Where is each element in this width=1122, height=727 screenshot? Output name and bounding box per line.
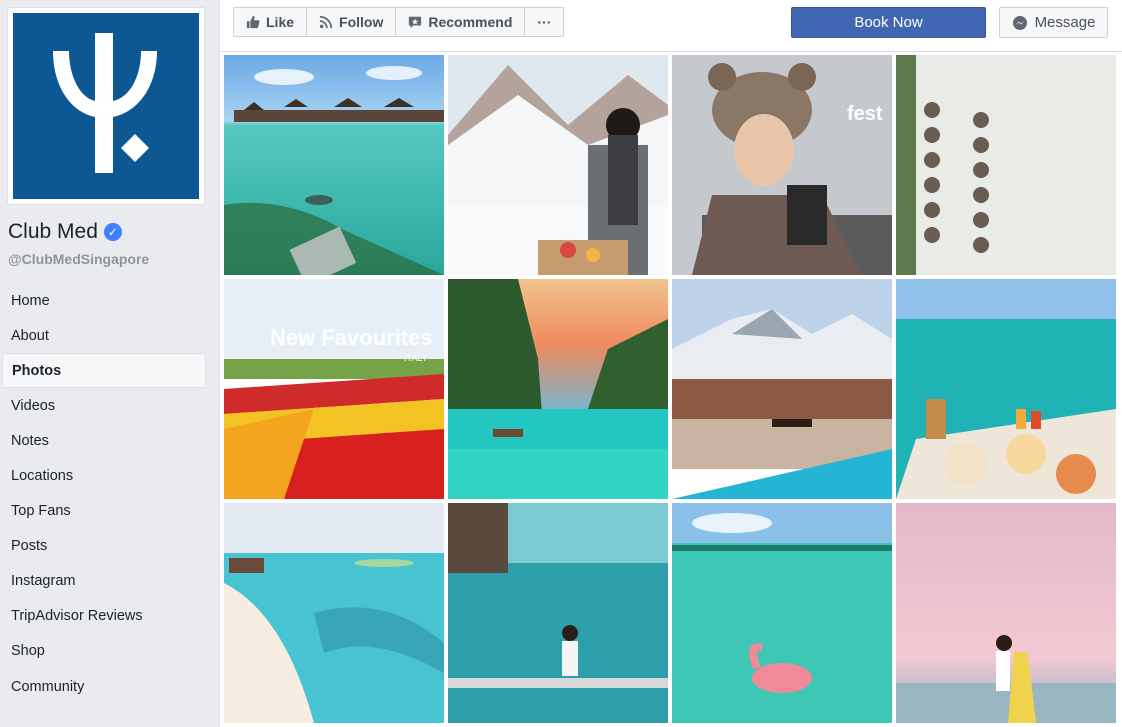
book-now-button[interactable]: Book Now — [791, 7, 986, 38]
messenger-icon — [1012, 15, 1027, 30]
photo-overhead-loungers[interactable] — [896, 55, 1116, 275]
recommend-icon — [409, 16, 422, 29]
photo-overlay-fest: fest — [847, 103, 883, 125]
profile-picture[interactable] — [7, 7, 205, 205]
photo-overwater-villas[interactable] — [224, 55, 444, 275]
action-bar: Like Follow Recommend ··· Book Now Messa… — [219, 0, 1122, 52]
like-button[interactable]: Like — [234, 8, 308, 36]
recommend-button[interactable]: Recommend — [396, 8, 526, 36]
follow-rss-icon — [319, 15, 333, 29]
photo-flower-fields[interactable]: New Favourites ITALY — [224, 279, 444, 499]
nav-item-community[interactable]: Community — [2, 669, 206, 704]
club-med-trident-logo — [13, 13, 199, 199]
nav-item-notes[interactable]: Notes — [2, 423, 206, 458]
photo-winter-hat-woman[interactable]: fest — [672, 55, 892, 275]
follow-button[interactable]: Follow — [307, 8, 397, 36]
photo-overwater-deck[interactable] — [448, 503, 668, 723]
like-label: Like — [266, 14, 295, 30]
photo-maldives-beach[interactable] — [224, 503, 444, 723]
nav-item-locations[interactable]: Locations — [2, 458, 206, 493]
follow-label: Follow — [339, 14, 384, 30]
more-options-button[interactable]: ··· — [525, 8, 563, 36]
nav-item-top-fans[interactable]: Top Fans — [2, 494, 206, 529]
action-button-group: Like Follow Recommend ··· — [233, 7, 565, 37]
nav-item-videos[interactable]: Videos — [2, 388, 206, 423]
photo-overlay-new-favourites: New Favourites — [270, 325, 433, 350]
nav-item-posts[interactable]: Posts — [2, 529, 206, 564]
nav-item-photos[interactable]: Photos — [2, 353, 206, 389]
photo-grid: fest New Favourites ITALY — [219, 52, 1122, 727]
thumbs-up-icon — [246, 15, 260, 29]
photo-mountain-pool[interactable] — [672, 279, 892, 499]
photo-snow-breakfast[interactable] — [448, 55, 668, 275]
message-button[interactable]: Message — [999, 7, 1108, 38]
page-title[interactable]: Club Med ✓ — [8, 220, 122, 244]
photo-overlay-italy: ITALY — [404, 353, 428, 363]
page-name-text[interactable]: Club Med — [8, 220, 98, 244]
page-sidebar: Club Med ✓ @ClubMedSingapore Home About Ph… — [0, 0, 215, 727]
more-dots-icon: ··· — [537, 14, 552, 30]
page-nav: Home About Photos Videos Notes Locations Top F… — [2, 283, 206, 704]
recommend-label: Recommend — [428, 14, 513, 30]
nav-item-home[interactable]: Home — [2, 283, 206, 318]
photo-floating-breakfast[interactable] — [896, 279, 1116, 499]
photo-flamingo-float[interactable] — [672, 503, 892, 723]
photo-sunset-couple[interactable] — [896, 503, 1116, 723]
message-label: Message — [1034, 14, 1096, 31]
nav-item-instagram[interactable]: Instagram — [2, 564, 206, 599]
nav-item-tripadvisor-reviews[interactable]: TripAdvisor Reviews — [2, 599, 206, 634]
nav-item-about[interactable]: About — [2, 318, 206, 353]
verified-badge-icon: ✓ — [103, 223, 122, 241]
nav-item-shop[interactable]: Shop — [2, 634, 206, 669]
photo-lagoon-cliffs[interactable] — [448, 279, 668, 499]
page-handle[interactable]: @ClubMedSingapore — [8, 251, 149, 267]
